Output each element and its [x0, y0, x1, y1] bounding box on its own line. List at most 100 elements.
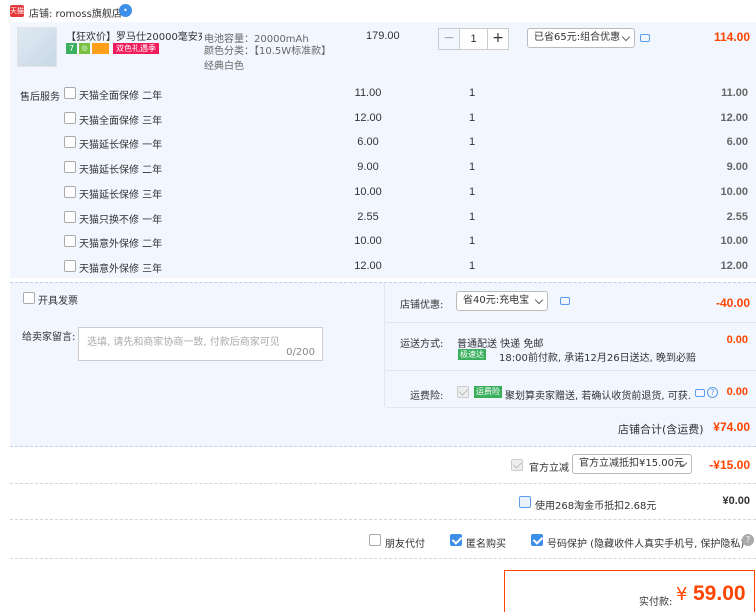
increase-qty-button[interactable]: +	[487, 28, 509, 50]
service-name[interactable]: 天猫延长保修 一年	[79, 136, 162, 151]
friend-pay-checkbox[interactable]	[369, 534, 381, 546]
insurance-chat-icon[interactable]	[695, 389, 705, 397]
combo-discount-select[interactable]: 已省65元:组合优惠	[527, 28, 635, 48]
service-name[interactable]: 天猫延长保修 二年	[79, 161, 162, 176]
message-counter: 0/200	[286, 347, 315, 358]
shop-discount-label: 店铺优惠:	[400, 300, 444, 311]
service-name[interactable]: 天猫全面保修 二年	[79, 87, 162, 102]
product-unit-price: 179.00	[366, 30, 400, 42]
friend-pay-label[interactable]: 朋友代付	[385, 535, 425, 550]
service-row[interactable]: 天猫意外保修 三年 12.00 1 12.00	[0, 260, 756, 275]
message-placeholder: 选填, 请先和商家协商一致, 付款后商家可见	[87, 337, 280, 348]
service-price: 2.55	[357, 211, 379, 223]
service-qty: 1	[468, 235, 476, 247]
decrease-qty-button[interactable]: −	[438, 28, 460, 50]
insurance-tag: 运费险	[474, 386, 502, 398]
discount-info-icon[interactable]	[560, 297, 570, 305]
shop-discount-divider	[386, 322, 756, 323]
insurance-checkbox[interactable]	[457, 386, 469, 398]
service-total: 11.00	[721, 87, 748, 99]
service-row[interactable]: 天猫全面保修 三年 12.00 1 12.00	[0, 112, 756, 127]
shop-name[interactable]: 店铺: romoss旗舰店	[29, 5, 122, 20]
service-price: 10.00	[354, 186, 382, 198]
service-price: 10.00	[354, 235, 382, 247]
service-price: 12.00	[354, 112, 382, 124]
product-thumbnail[interactable]	[17, 27, 57, 67]
service-checkbox[interactable]	[64, 136, 76, 148]
service-name[interactable]: 天猫意外保修 二年	[79, 235, 162, 250]
help-icon[interactable]: ?	[707, 387, 718, 398]
coins-label[interactable]: 使用268淘金币抵扣2.68元	[535, 497, 656, 512]
service-total: 10.00	[720, 235, 748, 247]
product-attr-color: 颜色分类：【10.5W标准款】经典白色	[204, 46, 332, 72]
privacy-help-icon[interactable]: ?	[742, 534, 754, 546]
shipping-divider	[386, 370, 756, 371]
official-discount-select[interactable]: 官方立减抵扣¥15.00元	[572, 454, 692, 474]
insurance-amount: 0.00	[726, 386, 748, 398]
shop-discount-amount: -40.00	[715, 296, 750, 310]
insurance-text: 聚划算卖家赠送, 若确认收货前退货, 可获…	[505, 391, 691, 402]
anonymous-checkbox[interactable]	[450, 534, 462, 546]
service-checkbox[interactable]	[64, 112, 76, 124]
shipping-label: 运送方式:	[400, 339, 444, 350]
invoice-label[interactable]: 开具发票	[38, 292, 78, 307]
service-row[interactable]: 天猫延长保修 一年 6.00 1 6.00	[0, 136, 756, 151]
service-name[interactable]: 天猫只换不修 一年	[79, 211, 162, 226]
payment-summary-box: 实付款: ¥ 59.00	[504, 570, 755, 612]
official-discount-checkbox[interactable]	[511, 459, 523, 471]
anonymous-label[interactable]: 匿名购买	[466, 535, 506, 550]
service-name[interactable]: 天猫意外保修 三年	[79, 260, 162, 275]
shipping-amount: 0.00	[726, 334, 748, 346]
service-row[interactable]: 天猫延长保修 三年 10.00 1 10.00	[0, 186, 756, 201]
chevron-down-icon	[534, 295, 544, 305]
service-checkbox[interactable]	[64, 87, 76, 99]
coins-checkbox[interactable]	[519, 496, 531, 508]
options-divider	[384, 284, 385, 407]
combo-discount-value: 已省65元:组合优惠	[534, 32, 621, 43]
service-total: 9.00	[726, 161, 748, 173]
service-total: 12.00	[720, 112, 748, 124]
tmall-badge: 天猫	[10, 5, 24, 17]
service-row[interactable]: 天猫全面保修 二年 11.00 1 11.00	[0, 87, 756, 102]
chevron-down-icon	[621, 32, 631, 42]
info-chat-icon[interactable]	[640, 34, 650, 42]
service-total: 12.00	[720, 260, 748, 272]
chat-bubble-icon[interactable]: •	[119, 4, 132, 17]
service-qty: 1	[468, 87, 476, 99]
shop-discount-select[interactable]: 省40元:充电宝	[456, 291, 548, 311]
shipping-eta: 18:00前付款, 承诺12月26日送达, 晚到必赔	[499, 353, 696, 364]
official-divider	[10, 483, 756, 484]
product-attr-capacity: 电池容量：20000mAh	[204, 34, 309, 45]
service-checkbox[interactable]	[64, 260, 76, 272]
express-badge: 极速达	[458, 349, 486, 360]
invoice-checkbox[interactable]	[23, 292, 35, 304]
service-name[interactable]: 天猫全面保修 三年	[79, 112, 162, 127]
service-checkbox[interactable]	[64, 235, 76, 247]
official-discount-value: 官方立减抵扣¥15.00元	[579, 458, 684, 469]
service-row[interactable]: 天猫意外保修 二年 10.00 1 10.00	[0, 235, 756, 250]
service-price: 6.00	[357, 136, 379, 148]
service-qty: 1	[468, 260, 476, 272]
shop-total-amount: ¥74.00	[713, 420, 750, 434]
seven-day-return-icon: 7	[66, 43, 77, 54]
service-checkbox[interactable]	[64, 161, 76, 173]
service-name[interactable]: 天猫延长保修 三年	[79, 186, 162, 201]
shop-header: 天猫 店铺: romoss旗舰店 •	[0, 0, 756, 22]
privacy-checkbox[interactable]	[531, 534, 543, 546]
service-total: 2.55	[726, 211, 748, 223]
service-row[interactable]: 天猫只换不修 一年 2.55 1 2.55	[0, 211, 756, 226]
product-title[interactable]: 【狂欢价】罗马仕20000毫安充…	[66, 28, 202, 43]
card-icon	[92, 43, 109, 54]
product-subtotal: 114.00	[713, 30, 750, 44]
service-total: 6.00	[726, 136, 748, 148]
service-price: 9.00	[357, 161, 379, 173]
service-row[interactable]: 天猫延长保修 二年 9.00 1 9.00	[0, 161, 756, 176]
quantity-input[interactable]: 1	[460, 28, 487, 50]
service-checkbox[interactable]	[64, 211, 76, 223]
privacy-label[interactable]: 号码保护 (隐藏收件人真实手机号, 保护隐私)	[547, 535, 744, 550]
service-checkbox[interactable]	[64, 186, 76, 198]
shop-total-label: 店铺合计(含运费)	[618, 423, 704, 436]
official-discount-label: 官方立减	[529, 463, 569, 474]
seller-message-field[interactable]: 选填, 请先和商家协商一致, 付款后商家可见 0/200	[78, 327, 323, 361]
insurance-label: 运费险:	[410, 391, 444, 402]
